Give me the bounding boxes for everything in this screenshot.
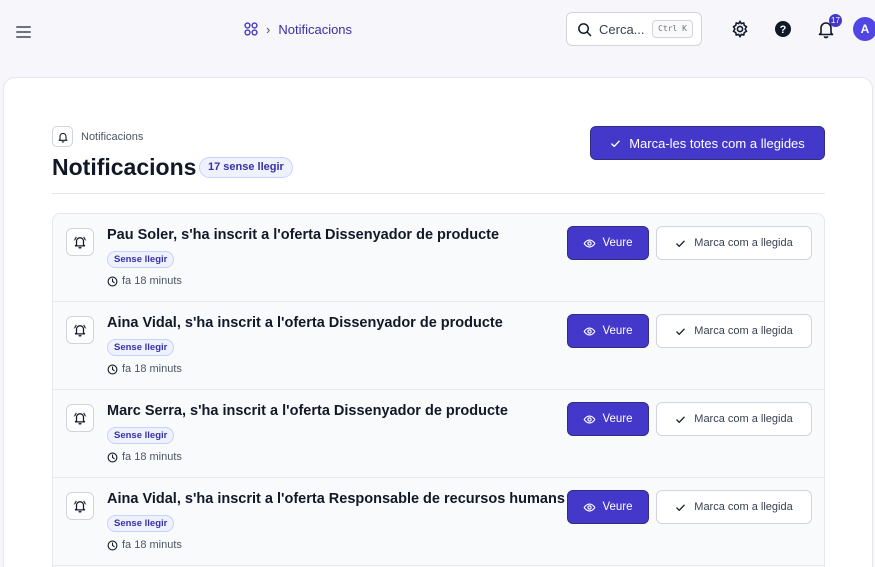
view-button-label: Veure xyxy=(602,237,633,249)
notification-time-text: fa 18 minuts xyxy=(122,275,182,287)
bell-icon xyxy=(52,126,73,147)
clock-icon xyxy=(107,364,118,374)
unread-badge: Sense llegir xyxy=(107,515,175,532)
bell-ring-icon xyxy=(66,316,94,344)
mark-all-read-button[interactable]: Marca-les totes com a llegides xyxy=(590,126,825,160)
breadcrumb-current[interactable]: Notificacions xyxy=(278,22,352,37)
notification-title: Aina Vidal, s'ha inscrit a l'oferta Resp… xyxy=(107,491,565,507)
view-button[interactable]: Veure xyxy=(567,402,649,436)
search-placeholder: Cerca... xyxy=(599,21,645,37)
search-icon xyxy=(578,22,592,36)
notification-time-text: fa 18 minuts xyxy=(122,451,182,463)
mark-read-button[interactable]: Marca com a llegida xyxy=(656,402,812,436)
bell-ring-icon xyxy=(66,404,94,432)
mark-read-label: Marca com a llegida xyxy=(694,501,793,513)
notification-time-text: fa 18 minuts xyxy=(122,539,182,551)
notification-time-text: fa 18 minuts xyxy=(122,363,182,375)
notification-time: fa 18 minuts xyxy=(107,275,182,287)
unread-badge: Sense llegir xyxy=(107,251,175,268)
notification-time: fa 18 minuts xyxy=(107,539,182,551)
check-icon xyxy=(611,140,621,147)
mark-read-button[interactable]: Marca com a llegida xyxy=(656,490,812,524)
notification-item[interactable]: Pau Soler, s'ha inscrit a l'oferta Disse… xyxy=(53,214,824,302)
bell-ring-icon xyxy=(66,492,94,520)
clock-icon xyxy=(107,540,118,550)
mark-read-label: Marca com a llegida xyxy=(694,237,793,249)
top-bar: › Notificacions Cerca... Ctrl K ? 17 A xyxy=(0,0,875,62)
mark-read-button[interactable]: Marca com a llegida xyxy=(656,314,812,348)
eye-icon xyxy=(584,414,596,424)
unread-count-badge: 17 sense llegir xyxy=(199,157,293,178)
eye-icon xyxy=(584,502,596,512)
menu-icon[interactable] xyxy=(16,26,31,38)
view-button-label: Veure xyxy=(602,325,633,337)
notification-time: fa 18 minuts xyxy=(107,363,182,375)
notification-title: Aina Vidal, s'ha inscrit a l'oferta Diss… xyxy=(107,315,503,331)
view-button[interactable]: Veure xyxy=(567,490,649,524)
eye-icon xyxy=(584,326,596,336)
notifications-panel: Notificacions Notificacions 17 sense lle… xyxy=(3,77,873,567)
avatar[interactable]: A xyxy=(853,17,875,41)
help-icon[interactable]: ? xyxy=(773,19,793,39)
unread-badge: Sense llegir xyxy=(107,427,175,444)
view-button-label: Veure xyxy=(602,501,633,513)
section-label-text: Notificacions xyxy=(81,130,144,143)
check-icon xyxy=(676,416,686,423)
view-button[interactable]: Veure xyxy=(567,314,649,348)
notification-count-badge: 17 xyxy=(829,14,842,27)
breadcrumb: › Notificacions xyxy=(244,20,352,38)
clock-icon xyxy=(107,276,118,286)
eye-icon xyxy=(584,238,596,248)
gear-icon[interactable] xyxy=(730,19,750,39)
mark-read-button[interactable]: Marca com a llegida xyxy=(656,226,812,260)
notification-item[interactable]: Aina Vidal, s'ha inscrit a l'oferta Diss… xyxy=(53,302,824,390)
search-input[interactable]: Cerca... Ctrl K xyxy=(566,12,702,46)
divider xyxy=(52,193,825,194)
page-title: Notificacions xyxy=(52,154,197,180)
notification-list: Pau Soler, s'ha inscrit a l'oferta Disse… xyxy=(52,213,825,567)
section-label: Notificacions xyxy=(52,126,143,147)
check-icon xyxy=(676,504,686,511)
notification-item[interactable]: Aina Vidal, s'ha inscrit a l'oferta Resp… xyxy=(53,478,824,566)
svg-text:?: ? xyxy=(780,24,787,36)
chevron-right-icon: › xyxy=(266,21,271,37)
search-shortcut: Ctrl K xyxy=(652,20,693,38)
notification-time: fa 18 minuts xyxy=(107,451,182,463)
check-icon xyxy=(676,328,686,335)
view-button-label: Veure xyxy=(602,413,633,425)
mark-read-label: Marca com a llegida xyxy=(694,325,793,337)
notification-title: Marc Serra, s'ha inscrit a l'oferta Diss… xyxy=(107,403,508,419)
mark-all-read-label: Marca-les totes com a llegides xyxy=(629,135,805,151)
check-icon xyxy=(676,240,686,247)
notification-title: Pau Soler, s'ha inscrit a l'oferta Disse… xyxy=(107,227,500,243)
mark-read-label: Marca com a llegida xyxy=(694,413,793,425)
apps-grid-icon[interactable] xyxy=(244,22,258,36)
bell-ring-icon xyxy=(66,228,94,256)
view-button[interactable]: Veure xyxy=(567,226,649,260)
notification-item[interactable]: Marc Serra, s'ha inscrit a l'oferta Diss… xyxy=(53,390,824,478)
unread-badge: Sense llegir xyxy=(107,339,175,356)
clock-icon xyxy=(107,452,118,462)
